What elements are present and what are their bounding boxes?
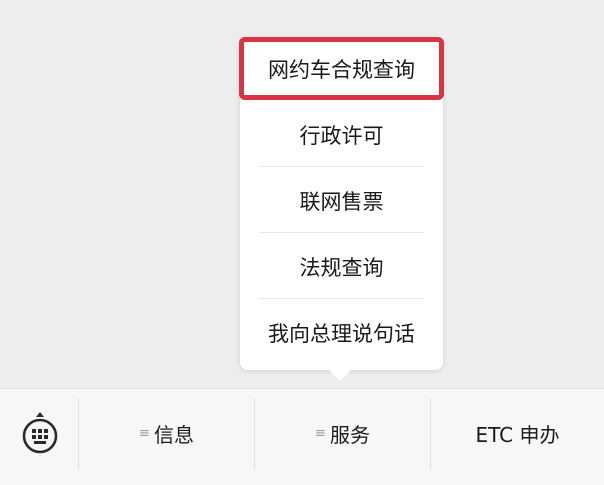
menu-item-label: 法规查询 [299,256,384,280]
menu-item-label: 联网售票 [299,190,384,214]
menu-item-label: 网约车合规查询 [268,57,415,82]
tab-label: 服务 [329,422,370,447]
menu-item-label: 我向总理说句话 [268,322,415,346]
bottom-menu-bar: ≡ 信息 ≡ 服务 ETC 申办 [0,388,604,485]
keyboard-toggle-button[interactable] [18,411,62,457]
submenu-icon: ≡ [315,425,326,441]
menu-item-message-to-premier[interactable]: 我向总理说句话 [240,300,443,366]
tab-label: 信息 [153,422,194,447]
tab-label: ETC 申办 [475,422,560,447]
menu-item-regulation-query[interactable]: 法规查询 [240,234,443,300]
tab-etc-application[interactable]: ETC 申办 [431,389,604,477]
service-popup-menu: 网约车合规查询 行政许可 联网售票 法规查询 我向总理说句话 [239,37,444,370]
menu-item-administrative-license[interactable]: 行政许可 [240,102,443,168]
keyboard-icon [22,412,58,454]
menu-item-online-ticketing[interactable]: 联网售票 [240,168,443,234]
tab-services[interactable]: ≡ 服务 [255,389,430,477]
tab-info[interactable]: ≡ 信息 [79,389,254,477]
chat-screen: 网约车合规查询 行政许可 联网售票 法规查询 我向总理说句话 ≡ 信息 ≡ 服务… [0,0,604,485]
submenu-icon: ≡ [139,425,150,441]
menu-item-ride-hailing-compliance-query[interactable]: 网约车合规查询 [239,37,444,100]
menu-item-label: 行政许可 [299,124,384,148]
